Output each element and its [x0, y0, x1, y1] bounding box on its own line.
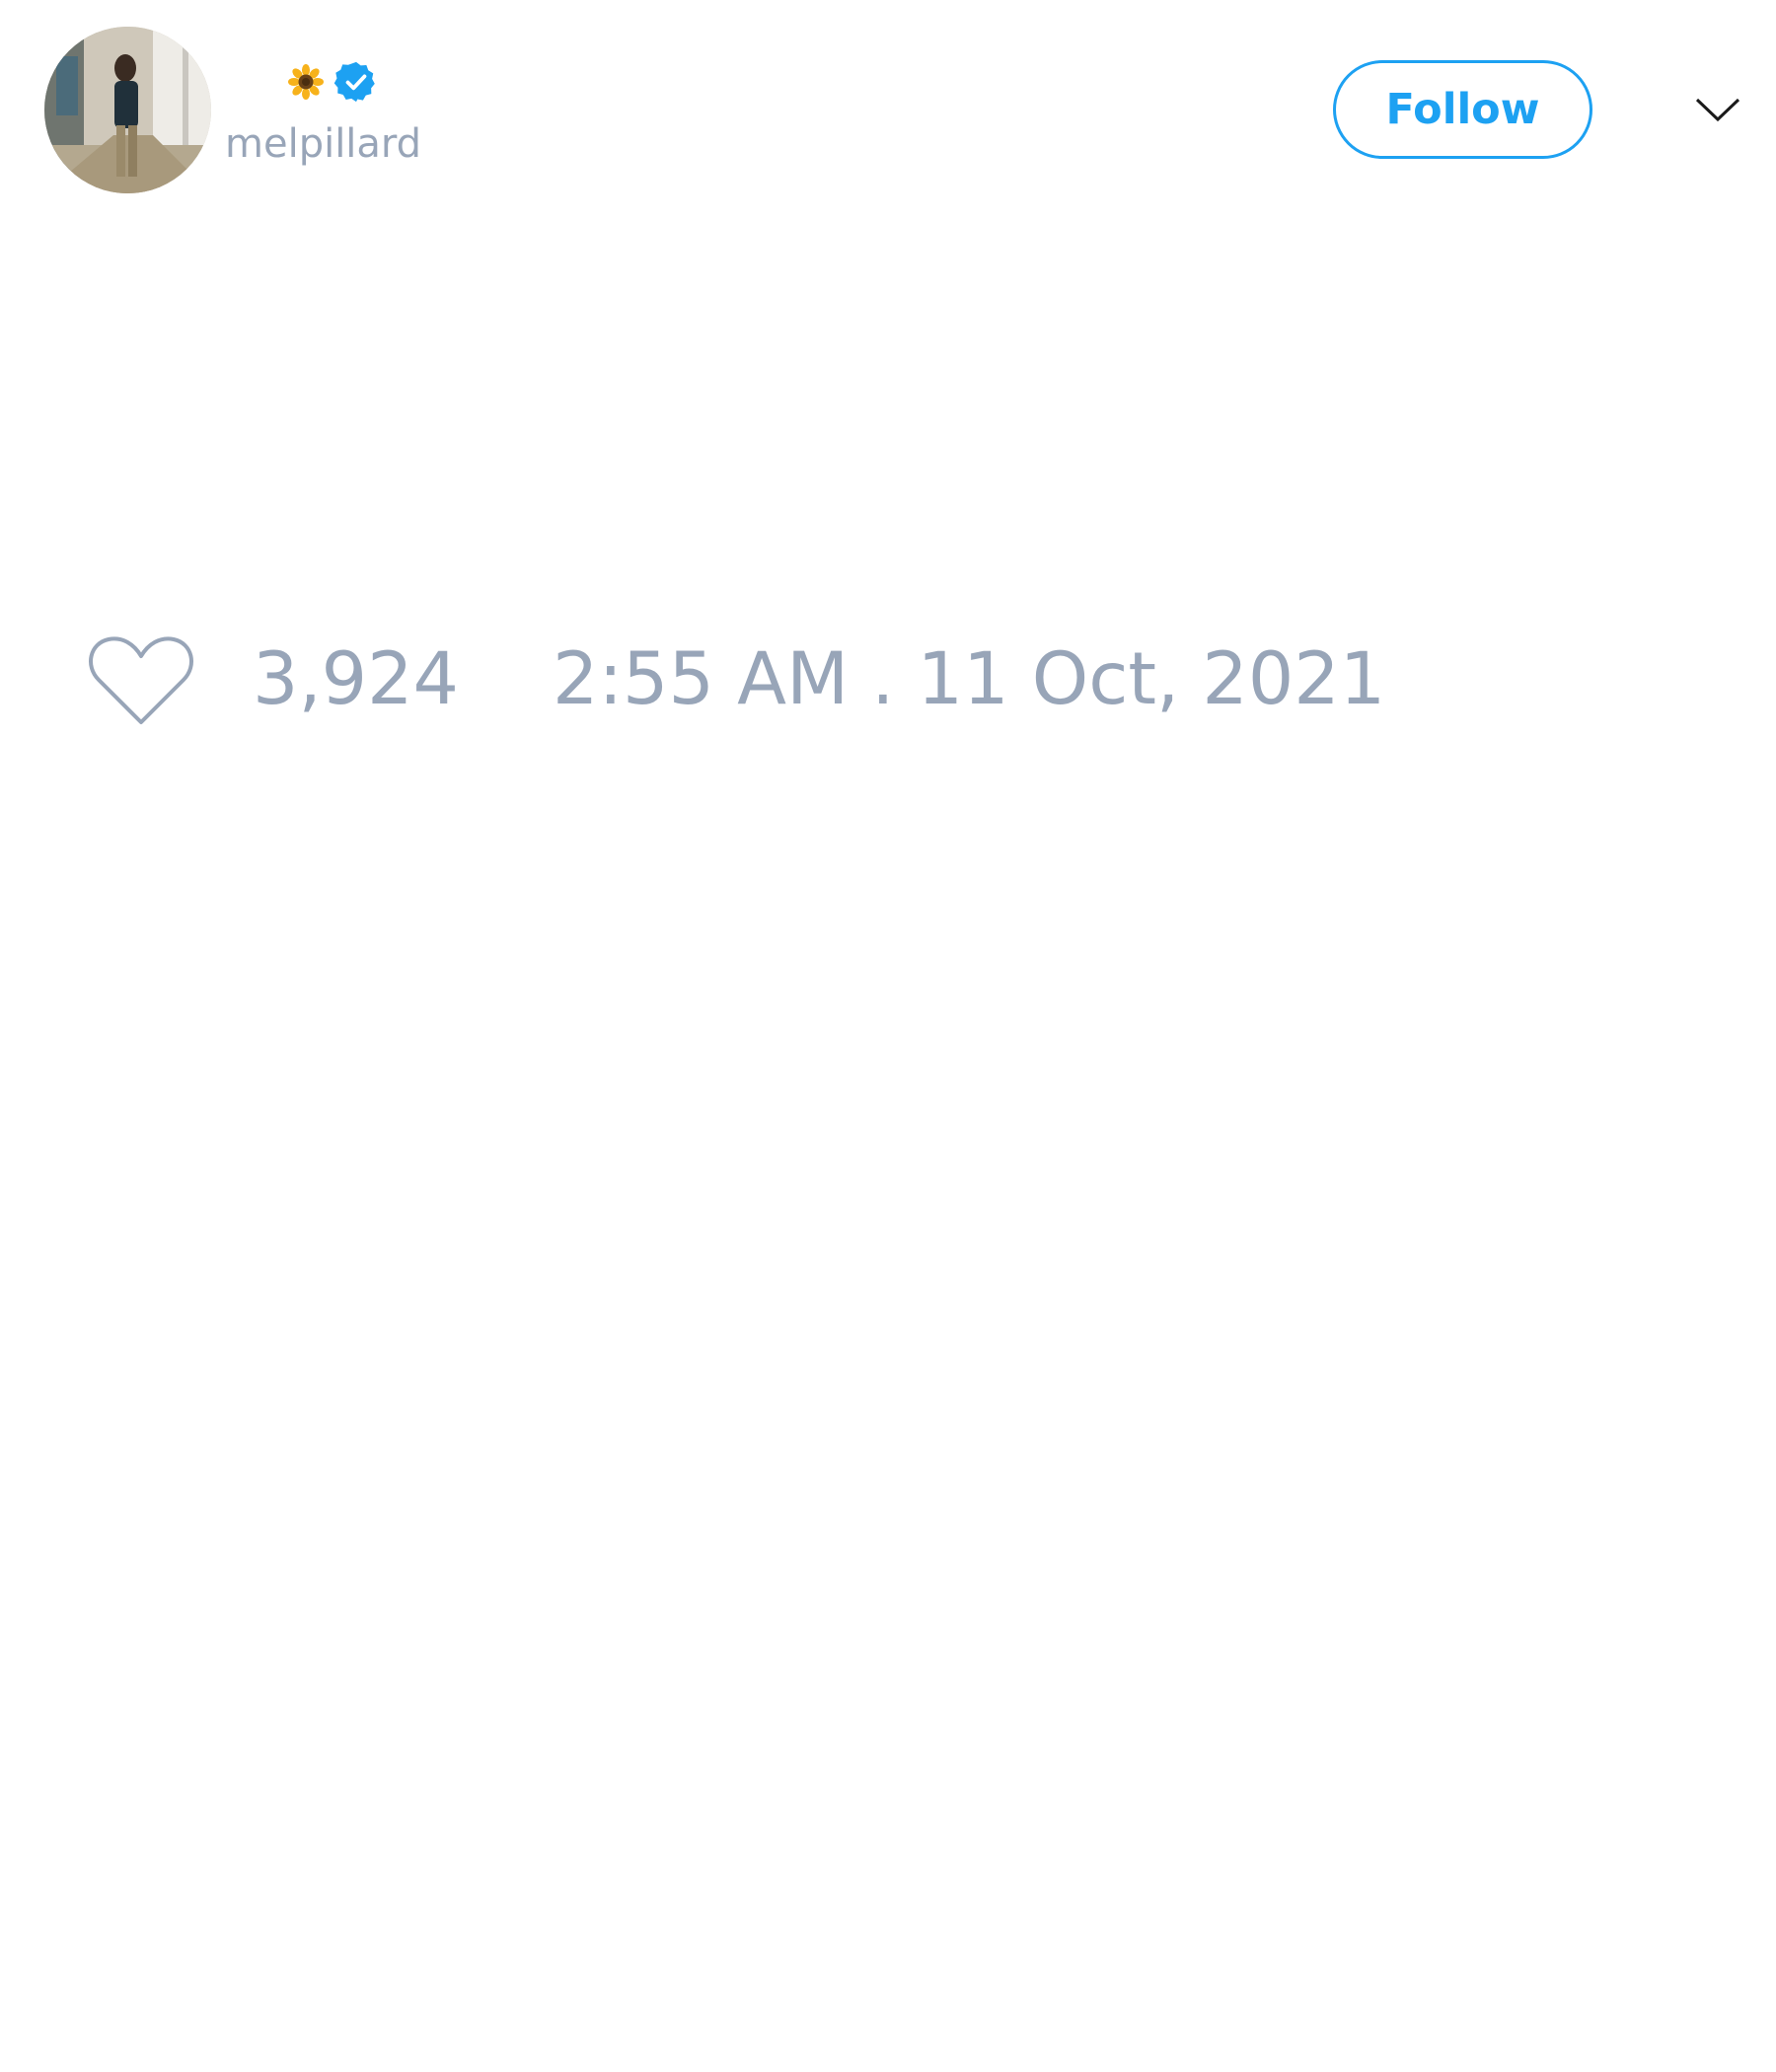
verified-badge-icon	[333, 61, 375, 103]
tweet-menu-button[interactable]	[1689, 87, 1746, 132]
chevron-down-icon	[1695, 98, 1740, 122]
profile-photo	[44, 27, 211, 193]
like-count: 3,924	[253, 637, 459, 721]
sunflower-icon	[288, 64, 324, 100]
heart-icon	[89, 636, 193, 724]
tweet-stats-row: 3,924 2:55 AM . 11 Oct, 2021	[0, 622, 1776, 740]
follow-button[interactable]: Follow	[1333, 60, 1592, 159]
author-avatar[interactable]	[44, 27, 211, 193]
tweet-timestamp[interactable]: 2:55 AM . 11 Oct, 2021	[553, 643, 1385, 715]
like-button[interactable]	[87, 631, 195, 730]
author-handle[interactable]: melpillard	[225, 124, 421, 164]
tweet-header: melpillard Follow	[0, 0, 1776, 227]
author-name-row	[288, 57, 379, 107]
